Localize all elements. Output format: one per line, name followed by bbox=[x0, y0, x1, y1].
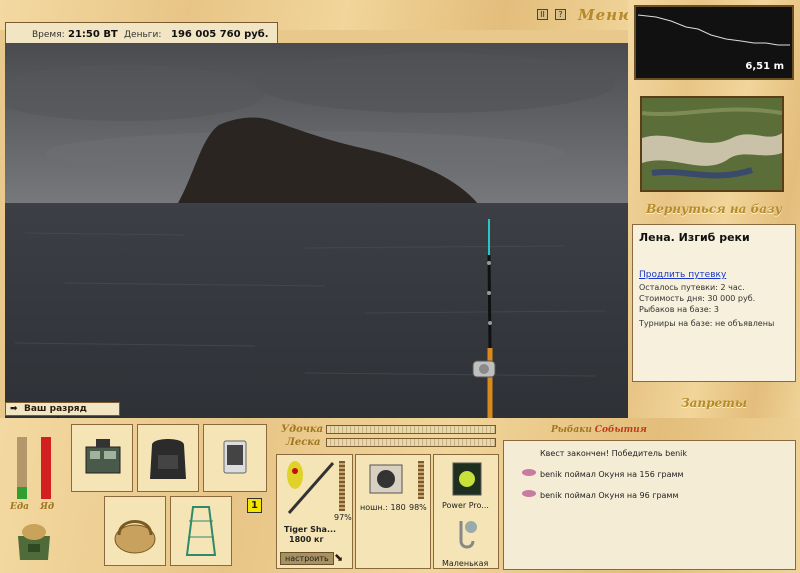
depth-profile: 6,51 m bbox=[634, 5, 794, 80]
money-label: Деньги: bbox=[124, 30, 162, 40]
rank-notice: ➡ Ваш разряд вырос! bbox=[5, 402, 120, 426]
rod-condition-bar bbox=[339, 461, 345, 511]
status-bars bbox=[13, 433, 58, 499]
line-label: Леска bbox=[286, 437, 321, 448]
fish-icon bbox=[522, 490, 536, 497]
pause-icon[interactable]: II bbox=[537, 9, 548, 20]
list-item: benik поймал Окуня на 96 грамм bbox=[510, 490, 789, 500]
rod-label: Удочка bbox=[281, 424, 324, 435]
bait-bag-icon[interactable] bbox=[12, 518, 56, 562]
location-map-image bbox=[640, 96, 784, 192]
fishing-scene[interactable] bbox=[5, 43, 628, 418]
bans-button[interactable]: Запреты bbox=[632, 396, 796, 410]
reel-icon bbox=[369, 464, 403, 494]
food-bar bbox=[17, 437, 27, 499]
arrow-down-right-icon[interactable]: ⬊ bbox=[334, 551, 343, 564]
list-item: benik поймал Окуня на 156 грамм bbox=[510, 469, 789, 479]
day-cost: Стоимость дня: 30 000 руб. bbox=[639, 294, 756, 303]
info-panel: Время: 21:50 ВТ Деньги: 196 005 760 руб. bbox=[5, 22, 278, 44]
hook-name: Маленькая bbox=[442, 559, 489, 568]
rod-lure-icon bbox=[287, 461, 335, 514]
poison-bar bbox=[41, 437, 51, 499]
inventory-slot-backpack[interactable] bbox=[137, 424, 199, 492]
list-item: Квест закончен! Победитель benik bbox=[540, 449, 688, 458]
tab-anglers[interactable]: Рыбаки bbox=[551, 425, 592, 435]
inventory-slot-basket[interactable] bbox=[104, 496, 166, 566]
hook-icon bbox=[459, 521, 477, 549]
events-list: Квест закончен! Победитель benik benik п… bbox=[503, 440, 796, 570]
reel-label: ношн.: 180 bbox=[360, 503, 406, 512]
reel-percent: 98% bbox=[409, 503, 427, 512]
back-to-base-button[interactable]: Вернуться на базу bbox=[632, 202, 796, 216]
rod-percent: 97% bbox=[334, 513, 352, 522]
food-label: Еда bbox=[10, 502, 29, 512]
scene-view bbox=[5, 43, 628, 418]
anglers-count: Рыбаков на базе: 3 bbox=[639, 305, 719, 314]
arrow-right-icon: ➡ bbox=[10, 404, 18, 414]
reel-slot[interactable]: ношн.: 180 98% bbox=[355, 454, 431, 569]
time-label: Время: bbox=[32, 30, 65, 40]
picnic-basket-icon bbox=[114, 520, 156, 554]
permit-remaining: Осталось путевки: 2 час. bbox=[639, 283, 745, 292]
slot-number-badge[interactable]: 1 bbox=[247, 498, 262, 513]
location-title: Лена. Изгиб реки bbox=[639, 231, 750, 244]
line-meter bbox=[326, 438, 496, 447]
menu-button[interactable]: Меню bbox=[578, 6, 634, 24]
inventory-slot-phone[interactable] bbox=[203, 424, 267, 492]
time-value: 21:50 ВТ bbox=[68, 29, 118, 40]
line-slot[interactable]: Power Pro... Маленькая bbox=[433, 454, 499, 569]
line-name: Power Pro... bbox=[442, 501, 489, 510]
inventory-slot-keepnet[interactable] bbox=[170, 496, 232, 566]
rod-slot[interactable]: 97% Tiger Sha... 1800 кг настроить ⬊ bbox=[276, 454, 353, 569]
configure-button[interactable]: настроить bbox=[280, 552, 334, 565]
poison-label: Яд bbox=[40, 502, 55, 512]
tackle-box-icon bbox=[85, 439, 121, 474]
rod-weight: 1800 кг bbox=[289, 535, 324, 544]
depth-value: 6,51 m bbox=[745, 61, 784, 72]
backpack-icon bbox=[150, 439, 186, 479]
inventory-slot-tackle-box[interactable] bbox=[71, 424, 133, 492]
location-info: Лена. Изгиб реки Продлить путевку Остало… bbox=[632, 224, 796, 382]
fish-icon bbox=[522, 469, 536, 476]
money-value: 196 005 760 руб. bbox=[171, 29, 269, 40]
tournaments-info: Турниры на базе: не объявлены bbox=[639, 319, 775, 328]
tab-events[interactable]: События bbox=[595, 425, 647, 435]
events-tabs: Рыбаки События bbox=[551, 425, 647, 435]
rod-name: Tiger Sha... bbox=[284, 525, 337, 534]
phone-icon bbox=[223, 440, 247, 474]
keepnet-icon bbox=[185, 506, 217, 556]
fishing-line-icon bbox=[452, 462, 482, 496]
extend-permit-link[interactable]: Продлить путевку bbox=[639, 270, 789, 280]
rod-meter bbox=[326, 425, 496, 434]
reel-condition-bar bbox=[418, 461, 424, 499]
help-icon[interactable]: ? bbox=[555, 9, 566, 20]
